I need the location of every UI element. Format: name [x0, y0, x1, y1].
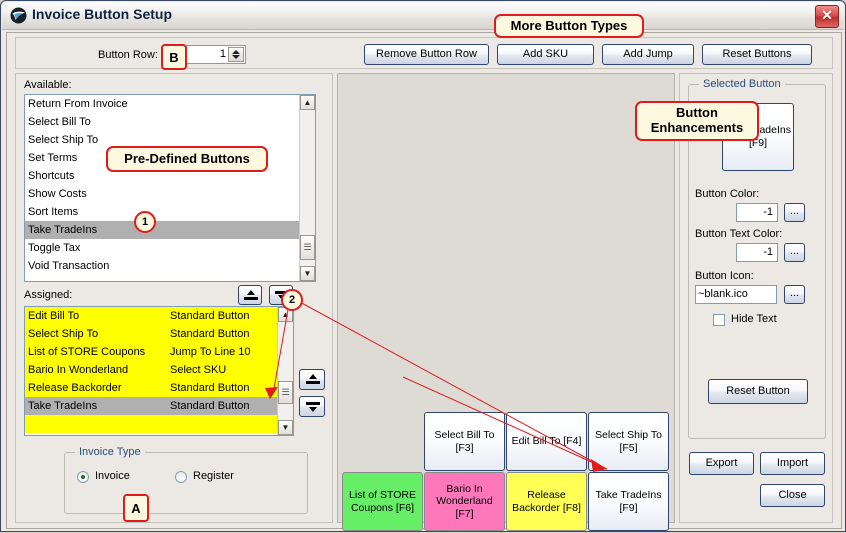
list-item[interactable]: Show Costs [25, 185, 299, 203]
import-button[interactable]: Import [760, 452, 825, 475]
assigned-type: Standard Button [170, 382, 250, 394]
up-arrow-icon [309, 374, 317, 379]
assigned-list[interactable]: Edit Bill To Standard Button Select Ship… [24, 306, 294, 436]
export-button[interactable]: Export [689, 452, 754, 475]
reset-button-button[interactable]: Reset Button [708, 379, 808, 404]
button-icon-field[interactable]: ~blank.ico [695, 285, 777, 304]
button-color-picker-button[interactable]: ... [784, 203, 805, 222]
badge-2: 2 [281, 289, 303, 311]
button-text-color-field[interactable]: -1 [736, 243, 778, 262]
spinner-arrows[interactable] [228, 47, 244, 62]
table-row[interactable]: Bario In Wonderland Select SKU [25, 361, 277, 379]
bar-glyph [244, 297, 258, 300]
list-item[interactable]: Sort Items [25, 203, 299, 221]
list-item[interactable]: Select Bill To [25, 113, 299, 131]
assigned-name: Release Backorder [28, 382, 122, 394]
assigned-type: Standard Button [170, 400, 250, 412]
toolbar: Button Row: 1 Remove Button Row Add SKU … [15, 37, 833, 69]
invoice-button-setup-window: Invoice Button Setup ✕ Button Row: 1 Rem… [0, 0, 846, 532]
table-row-selected[interactable]: Take TradeIns Standard Button [25, 397, 277, 415]
remove-button-row-button[interactable]: Remove Button Row [364, 44, 489, 65]
bar-glyph [306, 381, 320, 384]
assigned-type: Select SKU [170, 364, 227, 376]
mark-a: A [123, 494, 149, 522]
invoice-type-title: Invoice Type [75, 446, 145, 458]
scroll-up-icon[interactable]: ▲ [300, 95, 315, 110]
mark-b: B [161, 44, 187, 70]
reset-buttons-button[interactable]: Reset Buttons [702, 44, 812, 65]
assigned-type: Standard Button [170, 310, 250, 322]
assigned-name: Take TradeIns [28, 400, 98, 412]
selected-button-title: Selected Button [699, 78, 785, 90]
button-row-label: Button Row: [98, 49, 158, 61]
table-row[interactable]: Release Backorder Standard Button [25, 379, 277, 397]
move-to-available-button[interactable] [238, 285, 262, 305]
spinner-up-icon[interactable] [232, 50, 240, 54]
table-row[interactable]: List of STORE Coupons Jump To Line 10 [25, 343, 277, 361]
grid-button-list-of-store-coupons[interactable]: List of STORE Coupons [F6] [342, 472, 423, 531]
callout-button-enhancements: Button Enhancements [635, 101, 759, 141]
table-row[interactable]: Edit Bill To Standard Button [25, 307, 277, 325]
assigned-type: Standard Button [170, 328, 250, 340]
callout-pre-defined-buttons: Pre-Defined Buttons [106, 146, 268, 172]
radio-invoice[interactable] [77, 471, 89, 483]
scroll-thumb[interactable]: ☰ [278, 381, 293, 404]
hide-text-label: Hide Text [731, 313, 777, 325]
radio-register[interactable] [175, 471, 187, 483]
button-text-color-label: Button Text Color: [695, 228, 783, 240]
button-text-color-picker-button[interactable]: ... [784, 243, 805, 262]
scroll-down-icon[interactable]: ▼ [300, 266, 315, 281]
scroll-down-icon[interactable]: ▼ [278, 420, 293, 435]
down-arrow-icon [309, 407, 317, 412]
available-list[interactable]: Return From Invoice Select Bill To Selec… [24, 94, 316, 282]
assigned-name: Edit Bill To [28, 310, 80, 322]
up-arrow-icon [247, 290, 255, 295]
assigned-name: Select Ship To [28, 328, 99, 340]
grid-button-select-bill-to[interactable]: Select Bill To [F3] [424, 412, 505, 471]
scroll-thumb[interactable]: ☰ [300, 235, 315, 260]
grid-button-take-tradeins[interactable]: Take TradeIns [F9] [588, 472, 669, 531]
hide-text-checkbox[interactable] [713, 314, 725, 326]
table-row[interactable] [25, 415, 277, 433]
move-up-button[interactable] [299, 369, 325, 390]
assigned-name: Bario In Wonderland [28, 364, 129, 376]
list-item[interactable]: Void Transaction [25, 257, 299, 275]
assigned-type: Jump To Line 10 [170, 346, 251, 358]
invoice-type-group: Invoice Type Invoice Register [64, 446, 308, 514]
close-icon[interactable]: ✕ [815, 5, 839, 28]
close-button[interactable]: Close [760, 484, 825, 507]
button-color-field[interactable]: -1 [736, 203, 778, 222]
app-swoosh-icon [10, 7, 27, 24]
list-item-selected[interactable]: Take TradeIns [25, 221, 299, 239]
list-item[interactable]: Return From Invoice [25, 95, 299, 113]
title-bar: Invoice Button Setup ✕ [2, 2, 844, 30]
bar-glyph [306, 402, 320, 405]
button-preview-panel: Select Bill To [F3] Edit Bill To [F4] Se… [337, 73, 675, 531]
table-row[interactable]: Select Ship To Standard Button [25, 325, 277, 343]
radio-invoice-label: Invoice [95, 470, 130, 482]
assigned-label: Assigned: [24, 289, 73, 301]
spinner-down-icon[interactable] [232, 55, 240, 59]
button-row-value: 1 [219, 48, 226, 60]
list-item[interactable]: Toggle Tax [25, 239, 299, 257]
grid-button-select-ship-to[interactable]: Select Ship To [F5] [588, 412, 669, 471]
radio-register-label: Register [193, 470, 234, 482]
button-color-label: Button Color: [695, 188, 760, 200]
move-down-button[interactable] [299, 396, 325, 417]
assigned-list-scrollbar[interactable]: ▲ ☰ ▼ [277, 307, 293, 435]
grid-button-release-backorder[interactable]: Release Backorder [F8] [506, 472, 587, 531]
available-list-scrollbar[interactable]: ▲ ☰ ▼ [299, 95, 315, 281]
grid-button-edit-bill-to[interactable]: Edit Bill To [F4] [506, 412, 587, 471]
grid-button-bario-in-wonderland[interactable]: Bario In Wonderland [F7] [424, 472, 505, 531]
button-icon-picker-button[interactable]: ... [784, 285, 805, 304]
callout-more-button-types: More Button Types [494, 14, 644, 38]
available-label: Available: [24, 79, 72, 91]
button-icon-label: Button Icon: [695, 270, 754, 282]
add-jump-button[interactable]: Add Jump [602, 44, 694, 65]
assigned-name: List of STORE Coupons [28, 346, 146, 358]
add-sku-button[interactable]: Add SKU [497, 44, 594, 65]
badge-1: 1 [134, 211, 156, 233]
window-title: Invoice Button Setup [32, 6, 172, 22]
